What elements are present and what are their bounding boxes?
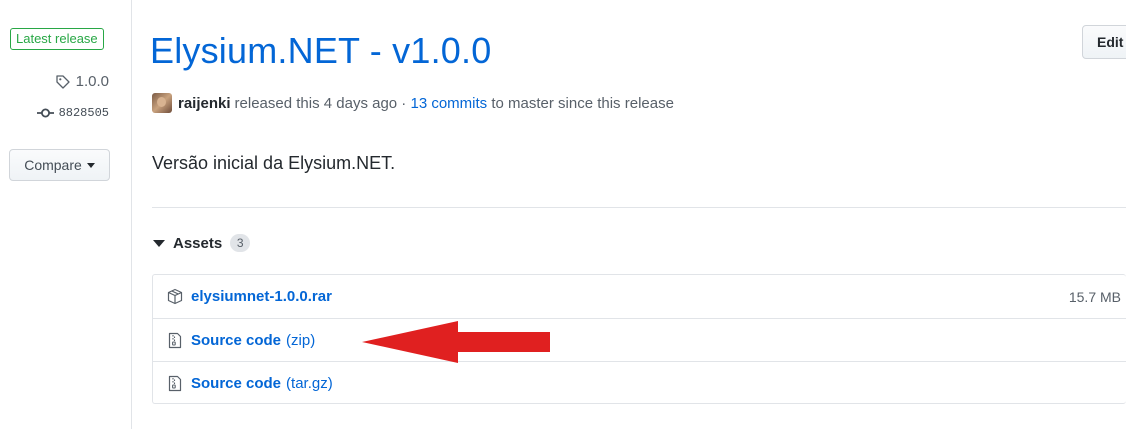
caret-down-icon	[86, 162, 95, 168]
release-title[interactable]: Elysium.NET - v1.0.0	[150, 30, 491, 72]
tag-link[interactable]: 1.0.0	[55, 73, 109, 90]
git-commit-icon	[36, 108, 54, 118]
commit-sha: 8828505	[58, 106, 109, 120]
tag-icon	[55, 74, 70, 89]
asset-link[interactable]: elysiumnet-1.0.0.rar	[191, 288, 332, 305]
file-zip-icon	[168, 332, 182, 348]
divider	[152, 207, 1126, 208]
compare-button[interactable]: Compare	[9, 149, 110, 181]
author-link[interactable]: raijenki	[178, 95, 231, 112]
released-text: released this 4 days ago ·	[234, 94, 407, 112]
triangle-down-icon	[153, 239, 165, 247]
asset-link[interactable]: Source code	[191, 375, 281, 392]
asset-link[interactable]: Source code	[191, 332, 281, 349]
tag-name: 1.0.0	[75, 73, 109, 90]
release-description: Versão inicial da Elysium.NET.	[152, 153, 396, 173]
compare-button-label: Compare	[24, 157, 82, 173]
assets-list: elysiumnet-1.0.0.rar 15.7 MB Source code…	[152, 274, 1126, 404]
asset-format[interactable]: (zip)	[286, 332, 315, 349]
release-meta: raijenki released this 4 days ago · 13 c…	[152, 93, 674, 113]
avatar[interactable]	[152, 93, 172, 113]
assets-label: Assets	[173, 234, 223, 252]
edit-button[interactable]: Edit	[1082, 25, 1126, 59]
release-sidebar: Latest release 1.0.0 8828505 Compare	[0, 0, 132, 429]
asset-row[interactable]: Source code (zip)	[153, 318, 1126, 361]
file-zip-icon	[168, 375, 182, 391]
asset-size: 15.7 MB	[1068, 288, 1121, 305]
asset-row[interactable]: Source code (tar.gz)	[153, 361, 1126, 404]
package-icon	[167, 288, 183, 305]
branch-text: to master since this release	[491, 94, 674, 112]
latest-release-badge: Latest release	[10, 28, 104, 50]
arrow-annotation-icon	[362, 321, 550, 363]
assets-count: 3	[230, 234, 251, 252]
commits-link[interactable]: 13 commits	[410, 95, 487, 112]
asset-format[interactable]: (tar.gz)	[286, 375, 333, 392]
assets-toggle[interactable]: Assets 3	[153, 234, 251, 252]
commit-link[interactable]: 8828505	[36, 106, 109, 120]
asset-row[interactable]: elysiumnet-1.0.0.rar 15.7 MB	[153, 275, 1126, 318]
